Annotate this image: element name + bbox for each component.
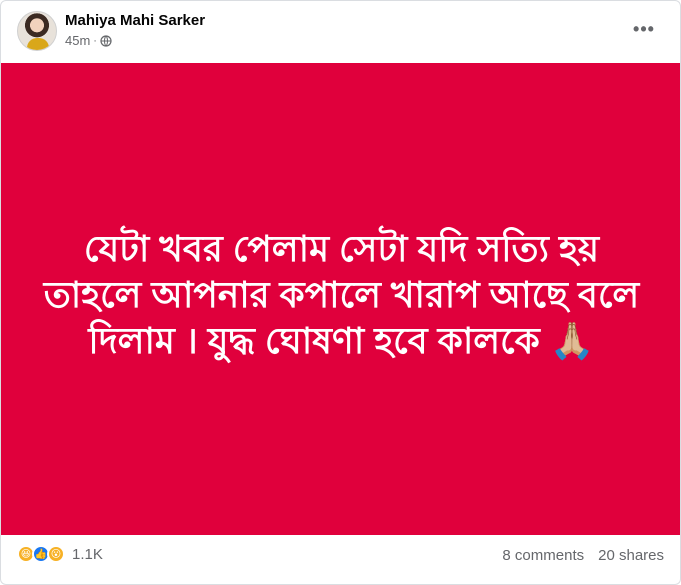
more-options-icon: ••• [633, 18, 655, 39]
reaction-count: 1.1K [72, 545, 103, 563]
post-stats: 8 comments 20 shares [502, 547, 664, 564]
wow-icon: 😮 [47, 545, 65, 563]
post-time[interactable]: 45m [65, 33, 90, 48]
post-meta: 45m · [65, 33, 112, 48]
comments-count-link[interactable]: 8 comments [502, 547, 584, 564]
author-name[interactable]: Mahiya Mahi Sarker [65, 12, 205, 29]
post-text-line: যেটা খবর পেলাম সেটা যদি সত্যি হয় [83, 228, 600, 269]
globe-icon[interactable] [100, 34, 112, 47]
post-background: যেটা খবর পেলাম সেটা যদি সত্যি হয় তাহলে … [1, 63, 680, 535]
post-footer: 😆 👍 😮 1.1K 8 comments 20 shares [1, 535, 680, 584]
meta-separator: · [93, 34, 97, 47]
post-text-line: দিলাম । যুদ্ধ ঘোষণা হবে কালকে 🙏🏼 [88, 320, 595, 361]
more-options-button[interactable]: ••• [626, 15, 662, 43]
post-card: Mahiya Mahi Sarker 45m · ••• যেটা খবর পে… [0, 0, 681, 585]
avatar-shirt [27, 38, 49, 50]
post-text: যেটা খবর পেলাম সেটা যদি সত্যি হয় তাহলে … [42, 226, 642, 372]
post-header: Mahiya Mahi Sarker 45m · ••• [1, 1, 680, 63]
post-text-line: তাহলে আপনার কপালে খারাপ আছে বলে [43, 274, 640, 315]
author-avatar[interactable] [17, 11, 57, 51]
shares-count-link[interactable]: 20 shares [598, 547, 664, 564]
reaction-summary[interactable]: 😆 👍 😮 1.1K [17, 545, 103, 563]
